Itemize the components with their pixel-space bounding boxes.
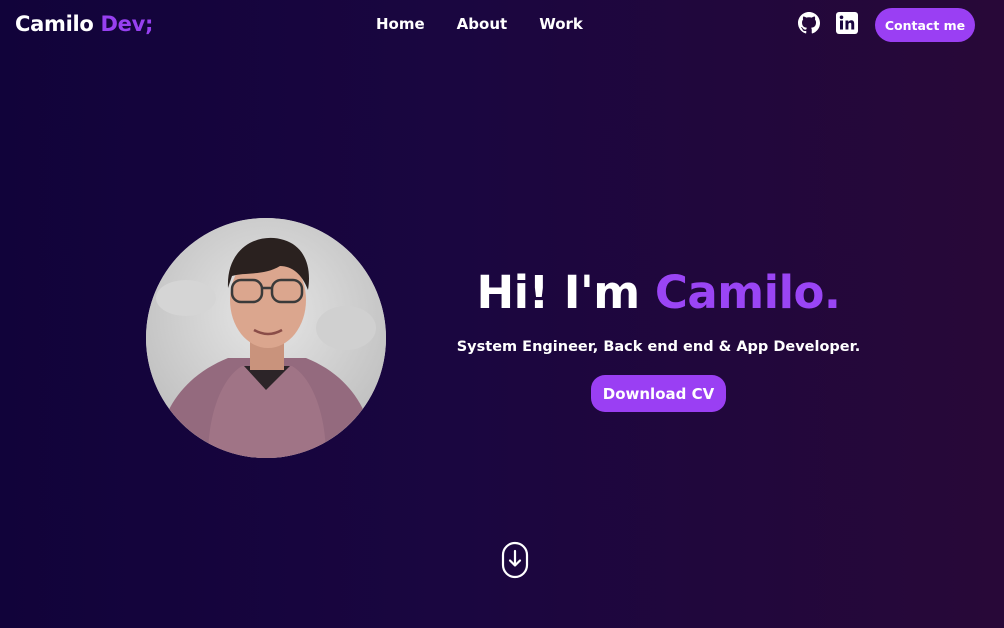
hero-title: Hi! I'm Camilo. — [440, 266, 877, 319]
nav-home[interactable]: Home — [376, 15, 425, 33]
nav-work[interactable]: Work — [539, 15, 583, 33]
hero-name: Camilo. — [654, 266, 841, 319]
mouse-scroll-down-icon[interactable] — [501, 541, 529, 579]
hero-greeting: Hi! I'm — [476, 266, 641, 319]
logo[interactable]: Camilo Dev; — [15, 12, 153, 36]
logo-accent: Dev; — [100, 12, 154, 36]
contact-button[interactable]: Contact me — [875, 8, 975, 42]
download-cv-button[interactable]: Download CV — [591, 375, 726, 412]
social-links — [798, 12, 858, 34]
logo-main: Camilo — [15, 12, 94, 36]
hero-subtitle: System Engineer, Back end end & App Deve… — [456, 339, 861, 355]
nav-about[interactable]: About — [457, 15, 508, 33]
avatar — [146, 218, 386, 458]
github-icon[interactable] — [798, 12, 820, 34]
linkedin-icon[interactable] — [836, 12, 858, 34]
main-nav: Home About Work — [376, 15, 583, 33]
